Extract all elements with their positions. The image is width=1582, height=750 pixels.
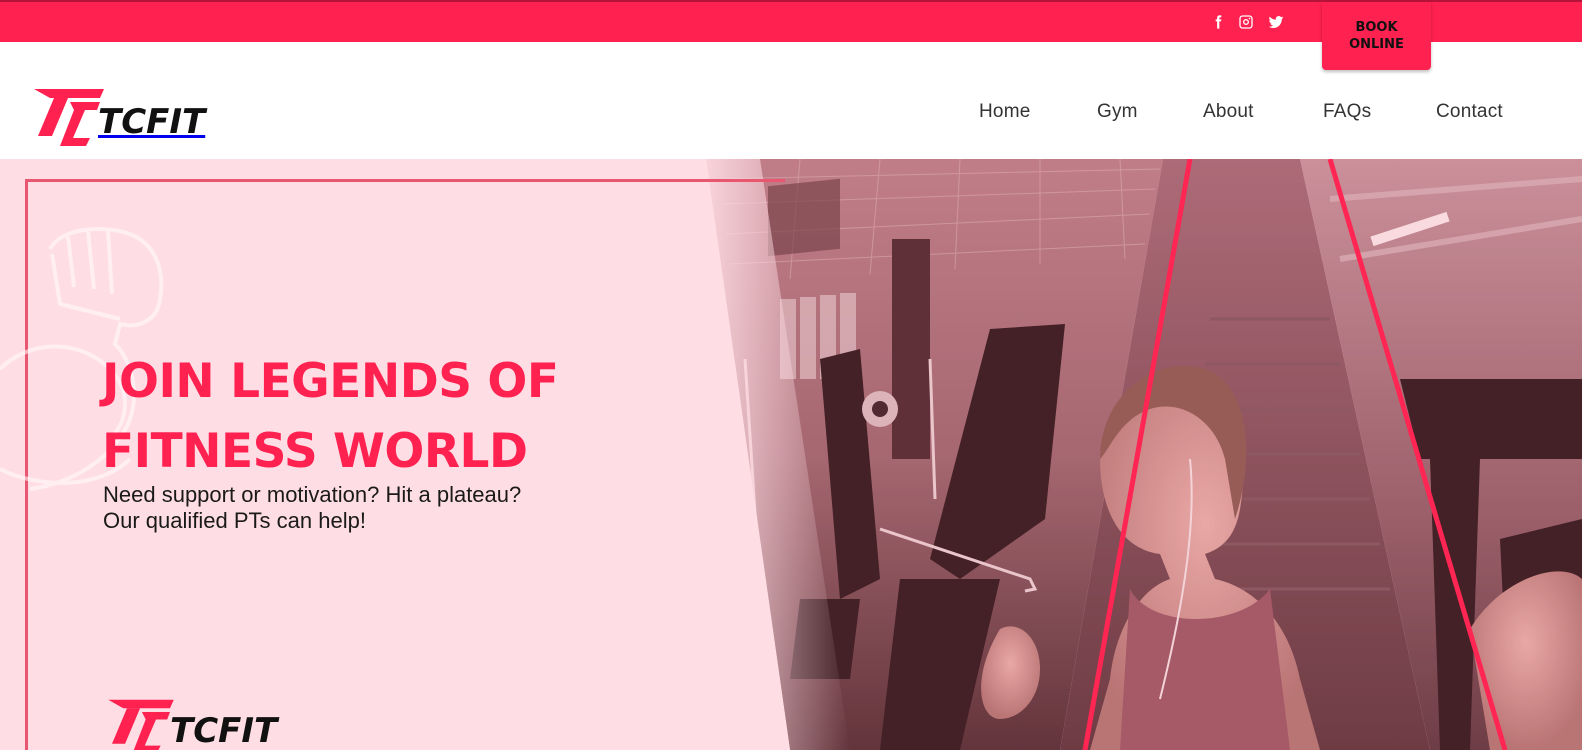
hero-subtitle-line2: Our qualified PTs can help! [103, 508, 366, 533]
hero-title-line2: FITNESS WORLD [102, 424, 528, 479]
nav-contact[interactable]: Contact [1436, 101, 1503, 123]
facebook-icon[interactable] [1208, 12, 1228, 32]
tcfit-logo-mark-icon [34, 89, 104, 146]
nav-gym[interactable]: Gym [1097, 101, 1138, 123]
hero-logo: TCFIT [102, 697, 277, 750]
instagram-icon[interactable] [1236, 12, 1256, 32]
nav-home[interactable]: Home [979, 101, 1030, 123]
hero-subtitle-line1: Need support or motivation? Hit a platea… [103, 482, 522, 507]
nav-faqs[interactable]: FAQs [1323, 101, 1371, 123]
header-logo[interactable]: TCFIT [30, 86, 205, 148]
tcfit-logo-mark-icon [108, 699, 174, 750]
logo-text: TCFIT [98, 102, 206, 142]
hero-title: JOIN LEGENDS OF FITNESS WORLD [102, 347, 622, 487]
nav-about[interactable]: About [1203, 101, 1254, 123]
book-online-label-line2: ONLINE [1349, 37, 1404, 52]
hero-title-line1: JOIN LEGENDS OF [102, 354, 559, 409]
twitter-icon[interactable] [1266, 12, 1286, 32]
hero-section: JOIN LEGENDS OF FITNESS WORLD Need suppo… [0, 159, 1582, 750]
book-online-label-line1: BOOK [1355, 20, 1398, 35]
hero-logo-text: TCFIT [170, 711, 278, 750]
book-online-button[interactable]: BOOK ONLINE [1322, 2, 1431, 70]
hero-subtitle: Need support or motivation? Hit a platea… [103, 482, 573, 534]
